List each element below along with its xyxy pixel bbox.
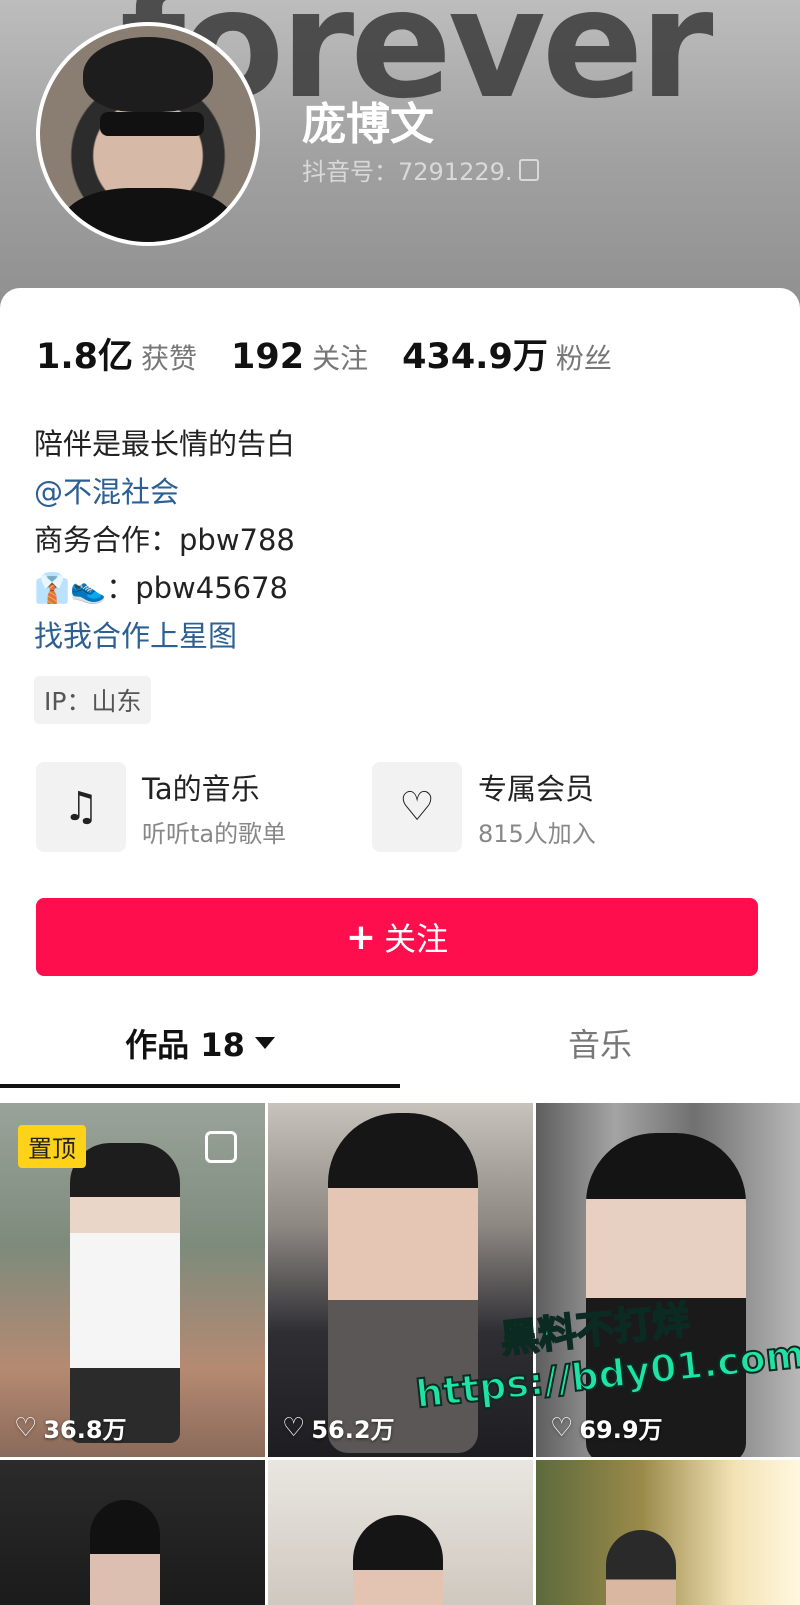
heart-v-icon: ♡ (372, 762, 462, 852)
follow-button-label: 关注 (384, 920, 449, 958)
member-feature-title: 专属会员 (478, 771, 595, 806)
tab-music-label: 音乐 (567, 1026, 632, 1064)
member-feature-sub: 815人加入 (478, 819, 596, 848)
stat-following-num: 192 (231, 337, 305, 377)
profile-name: 庞博文 (302, 99, 434, 150)
heart-icon: ♡ (282, 1412, 306, 1443)
follow-button[interactable]: + 关注 (36, 898, 758, 976)
stat-likes-num: 1.8亿 (36, 337, 134, 377)
avatar[interactable] (36, 22, 260, 246)
star-map-link[interactable]: 找我合作上星图 (34, 612, 295, 660)
video-likes-count: 56.2万 (311, 1416, 395, 1444)
profile-header: forever 庞博文 抖音号：7291229. (0, 0, 800, 320)
stats-row: 1.8亿 获赞 192 关注 434.9万 粉丝 (36, 328, 646, 379)
stat-fans-num: 434.9万 (402, 337, 548, 377)
bio-line: 陪伴是最长情的告白 (34, 427, 296, 461)
stat-following-label: 关注 (312, 342, 369, 375)
video-tile[interactable] (268, 1460, 533, 1605)
music-feature[interactable]: ♫ Ta的音乐 听听ta的歌单 (36, 762, 286, 852)
bio-mention-link[interactable]: @不混社会 (34, 468, 295, 516)
douyin-id[interactable]: 抖音号：7291229. (302, 152, 539, 187)
stat-likes[interactable]: 1.8亿 获赞 (36, 328, 197, 379)
video-tile[interactable] (536, 1460, 800, 1605)
plus-icon: + (345, 916, 377, 958)
music-feature-title: Ta的音乐 (142, 771, 260, 806)
member-feature[interactable]: ♡ 专属会员 815人加入 (372, 762, 596, 852)
video-likes: ♡ 56.2万 (282, 1410, 395, 1445)
video-likes: ♡ 36.8万 (14, 1410, 127, 1445)
stat-fans-label: 粉丝 (555, 342, 612, 375)
tab-bar: 作品 18 音乐 (0, 998, 800, 1088)
video-likes: ♡ 69.9万 (550, 1410, 663, 1445)
tab-works[interactable]: 作品 18 (0, 998, 400, 1088)
stat-fans[interactable]: 434.9万 粉丝 (402, 328, 612, 379)
dropdown-triangle-icon[interactable] (254, 1037, 275, 1049)
douyin-id-text: 抖音号：7291229. (302, 158, 513, 186)
bio-emoji-contact: 👔👟：pbw45678 (34, 571, 289, 605)
stat-likes-label: 获赞 (141, 342, 198, 375)
music-feature-sub: 听听ta的歌单 (142, 819, 287, 848)
stat-following[interactable]: 192 关注 (231, 337, 368, 377)
video-likes-count: 69.9万 (579, 1416, 663, 1444)
heart-icon: ♡ (550, 1412, 574, 1443)
bio-business: 商务合作：pbw788 (34, 523, 295, 557)
video-likes-count: 36.8万 (43, 1416, 127, 1444)
tab-works-label: 作品 18 (125, 1026, 245, 1064)
pinned-badge: 置顶 (18, 1125, 86, 1168)
music-note-icon: ♫ (36, 762, 126, 852)
heart-icon: ♡ (14, 1412, 38, 1443)
video-tile[interactable]: 置顶 ♡ 36.8万 (0, 1103, 265, 1457)
bio: 陪伴是最长情的告白 @不混社会 商务合作：pbw788 👔👟：pbw45678 … (34, 420, 295, 660)
select-checkbox[interactable] (205, 1131, 237, 1163)
ip-location-badge: IP：山东 (34, 676, 152, 724)
tab-indicator (0, 1084, 400, 1088)
copy-icon[interactable] (518, 158, 539, 181)
tab-music[interactable]: 音乐 (400, 998, 800, 1088)
video-tile[interactable] (0, 1460, 265, 1605)
